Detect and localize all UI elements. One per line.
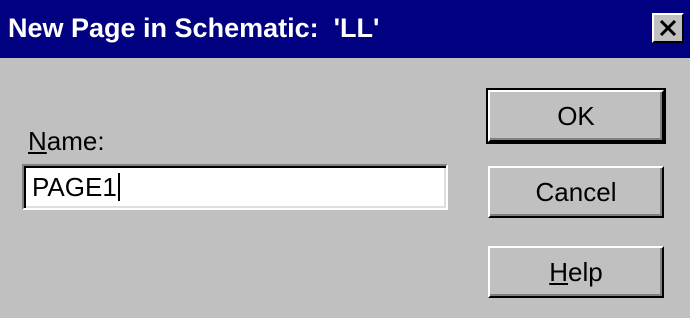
help-button[interactable]: Help [488, 246, 664, 298]
name-label: Name: [28, 126, 105, 156]
close-icon [659, 20, 677, 36]
window-title: New Page in Schematic: 'LL' [8, 13, 380, 43]
ok-button-label: OK [557, 100, 595, 131]
name-label-accelerator: N [28, 126, 47, 156]
new-page-dialog: New Page in Schematic: 'LL' Name: PAGE1 … [0, 0, 690, 318]
cancel-button[interactable]: Cancel [488, 166, 664, 218]
cancel-button-label: Cancel [535, 176, 617, 207]
name-label-text: ame: [46, 126, 105, 156]
text-caret [117, 173, 120, 201]
name-input[interactable]: PAGE1 [22, 164, 448, 210]
help-button-label: elp [568, 256, 603, 287]
close-button[interactable] [652, 13, 684, 43]
title-bar[interactable]: New Page in Schematic: 'LL' [0, 0, 690, 58]
help-button-accelerator: H [549, 256, 569, 287]
ok-button[interactable]: OK [486, 88, 666, 144]
name-input-value: PAGE1 [32, 172, 117, 202]
